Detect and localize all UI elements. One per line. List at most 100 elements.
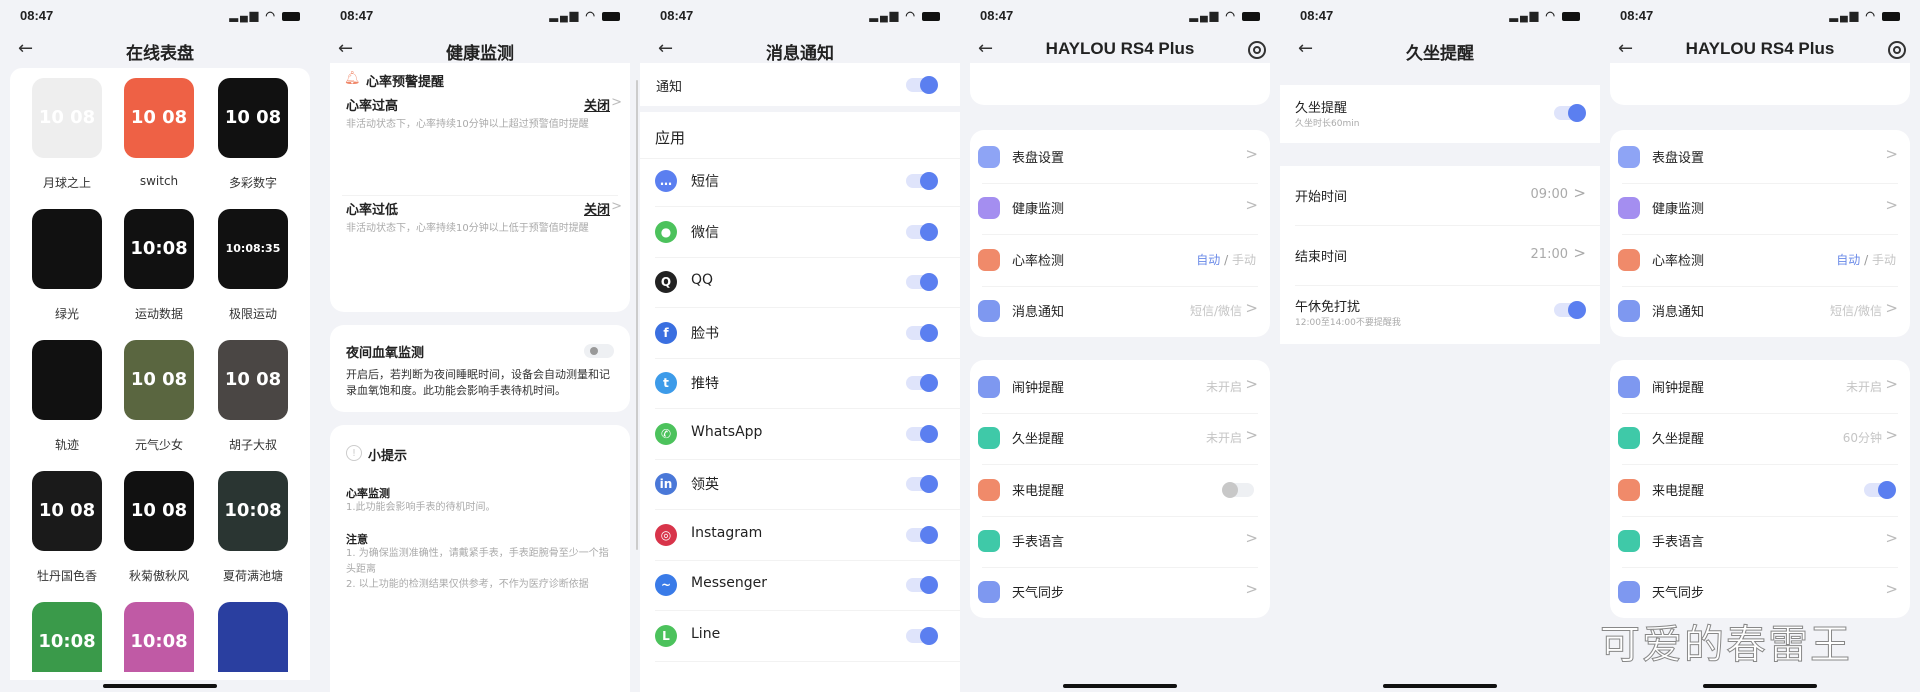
end-time-row[interactable]: 结束时间 21:00 > xyxy=(1280,226,1600,286)
page-title: 消息通知 xyxy=(766,44,834,63)
app-toggle[interactable] xyxy=(906,475,938,493)
watchface-thumbnail[interactable] xyxy=(32,209,102,289)
nap-toggle[interactable] xyxy=(1554,301,1586,319)
slash: / xyxy=(1860,252,1872,267)
settings-row[interactable]: 手表语言 > xyxy=(1610,516,1910,568)
app-row: ~ Messenger xyxy=(640,560,960,611)
settings-value: 自动 / 手动 xyxy=(1196,251,1256,268)
watchface-thumbnail[interactable]: 10:08 xyxy=(32,602,102,672)
watchface-thumbnail[interactable]: 10 08 xyxy=(124,340,194,420)
nav-bar: ← 在线表盘 xyxy=(0,34,320,66)
settings-row[interactable]: 消息通知 短信/微信 > xyxy=(1610,286,1910,336)
settings-label: 健康监测 xyxy=(1012,202,1065,218)
notify-master-row: 通知 xyxy=(640,63,960,106)
app-toggle[interactable] xyxy=(906,323,938,342)
watchface-thumbnail[interactable]: 10 08 xyxy=(218,78,288,158)
scrollbar[interactable] xyxy=(636,80,638,550)
settings-row[interactable]: 心率检测 自动 / 手动 xyxy=(1610,235,1910,287)
app-toggle[interactable] xyxy=(906,172,938,190)
wifi-icon: ◠ xyxy=(1865,10,1877,22)
mode-auto[interactable]: 自动 xyxy=(1836,253,1860,267)
settings-row[interactable]: 健康监测 > xyxy=(970,183,1270,236)
settings-icon[interactable] xyxy=(1248,41,1266,59)
start-time-row[interactable]: 开始时间 09:00 > xyxy=(1280,166,1600,226)
settings-row[interactable]: 久坐提醒 未开启 > xyxy=(970,413,1270,466)
watchface-thumbnail[interactable]: 10 08 xyxy=(32,78,102,158)
settings-label: 心率检测 xyxy=(1012,253,1065,269)
settings-row[interactable]: 久坐提醒 60分钟 > xyxy=(1610,413,1910,466)
spo2-toggle[interactable] xyxy=(584,344,614,358)
settings-row[interactable]: 天气同步 > xyxy=(970,567,1270,617)
settings-row[interactable]: 闹钟提醒 未开启 > xyxy=(1610,362,1910,414)
watchface-thumbnail[interactable]: 10 08 xyxy=(32,471,102,551)
hr-low-value[interactable]: 关闭 xyxy=(584,199,610,218)
app-row: ◎ Instagram xyxy=(640,510,960,561)
notify-master-toggle[interactable] xyxy=(906,76,938,94)
app-row: in 领英 xyxy=(640,459,960,510)
settings-row[interactable]: 闹钟提醒 未开启 > xyxy=(970,362,1270,414)
status-bar: 08:47 ▂▄▆ ◠ xyxy=(20,8,300,26)
settings-label: 久坐提醒 xyxy=(1012,432,1065,448)
chevron-right-icon: > xyxy=(1245,196,1258,215)
app-toggle[interactable] xyxy=(906,576,938,594)
settings-row[interactable]: 表盘设置 > xyxy=(970,132,1270,184)
mode-manual[interactable]: 手动 xyxy=(1872,253,1896,267)
tips-title: 小提示 xyxy=(368,449,408,464)
settings-label: 天气同步 xyxy=(1652,586,1705,602)
app-toggle[interactable] xyxy=(906,222,938,241)
line-icon: L xyxy=(655,624,677,647)
watchface-thumbnail[interactable]: 10 08 xyxy=(124,78,194,158)
device-header-card xyxy=(970,63,1270,105)
settings-row[interactable]: 来电提醒 xyxy=(1610,465,1910,517)
settings-icon[interactable] xyxy=(1888,41,1906,59)
watchface-thumbnail[interactable] xyxy=(32,340,102,420)
settings-label: 心率检测 xyxy=(1652,253,1705,269)
chevron-right-icon: > xyxy=(1573,244,1586,262)
watchface-name: 月球之上 xyxy=(42,176,91,190)
app-toggle[interactable] xyxy=(906,273,938,291)
hr-low-label: 心率过低 xyxy=(346,203,399,218)
app-toggle[interactable] xyxy=(906,374,938,392)
watchface-thumbnail[interactable] xyxy=(218,602,288,672)
watchface-name: switch xyxy=(139,174,179,188)
settings-label: 消息通知 xyxy=(1652,304,1705,320)
nav-bar: ← 消息通知 xyxy=(640,34,960,66)
settings-row[interactable]: 健康监测 > xyxy=(1610,183,1910,236)
wechat-icon: ● xyxy=(655,220,677,243)
status-time: 08:47 xyxy=(980,8,1014,23)
watchface-icon xyxy=(978,146,1000,168)
app-row: L Line xyxy=(640,611,960,662)
settings-row[interactable]: 来电提醒 xyxy=(970,465,1270,517)
app-toggle[interactable] xyxy=(906,626,938,645)
call-reminder-toggle[interactable] xyxy=(1222,481,1254,498)
call-reminder-toggle[interactable] xyxy=(1864,480,1896,499)
settings-value: 60分钟 xyxy=(1842,431,1882,446)
settings-row[interactable]: 手表语言 > xyxy=(970,516,1270,568)
chevron-right-icon: > xyxy=(1885,196,1898,215)
linkedin-icon: in xyxy=(655,473,677,495)
hr-high-value[interactable]: 关闭 xyxy=(584,95,610,114)
watchface-thumbnail[interactable]: 10:08 xyxy=(124,209,194,289)
watchface-thumbnail[interactable]: 10 08 xyxy=(124,471,194,551)
app-toggle[interactable] xyxy=(906,525,938,544)
watchface-thumbnail[interactable]: 10:08:35 xyxy=(218,209,288,289)
watchface-thumbnail[interactable]: 10:08 xyxy=(218,471,288,551)
watchface-thumbnail[interactable]: 10:08 xyxy=(124,602,194,672)
settings-row[interactable]: 心率检测 自动 / 手动 xyxy=(970,235,1270,287)
settings-row[interactable]: 消息通知 短信/微信 > xyxy=(970,286,1270,336)
mode-manual[interactable]: 手动 xyxy=(1232,253,1256,267)
app-name: 推特 xyxy=(691,376,719,392)
page-title: 健康监测 xyxy=(446,44,514,63)
settings-row[interactable]: 天气同步 > xyxy=(1610,567,1910,617)
settings-group1: 表盘设置 > 健康监测 > 心率检测 自动 / 手动消息通知 短信/微信 > xyxy=(970,130,1270,337)
watchface-name: 秋菊傲秋风 xyxy=(128,569,189,583)
app-row: t 推特 xyxy=(640,358,960,409)
sedentary-toggle[interactable] xyxy=(1554,104,1586,122)
status-time: 08:47 xyxy=(20,8,54,23)
messenger-icon: ~ xyxy=(655,574,677,596)
app-toggle[interactable] xyxy=(906,424,938,443)
mode-auto[interactable]: 自动 xyxy=(1196,253,1220,267)
settings-row[interactable]: 表盘设置 > xyxy=(1610,132,1910,184)
watchface-thumbnail[interactable]: 10 08 xyxy=(218,340,288,420)
watermark: 可爱的春雷王 xyxy=(1600,622,1852,669)
